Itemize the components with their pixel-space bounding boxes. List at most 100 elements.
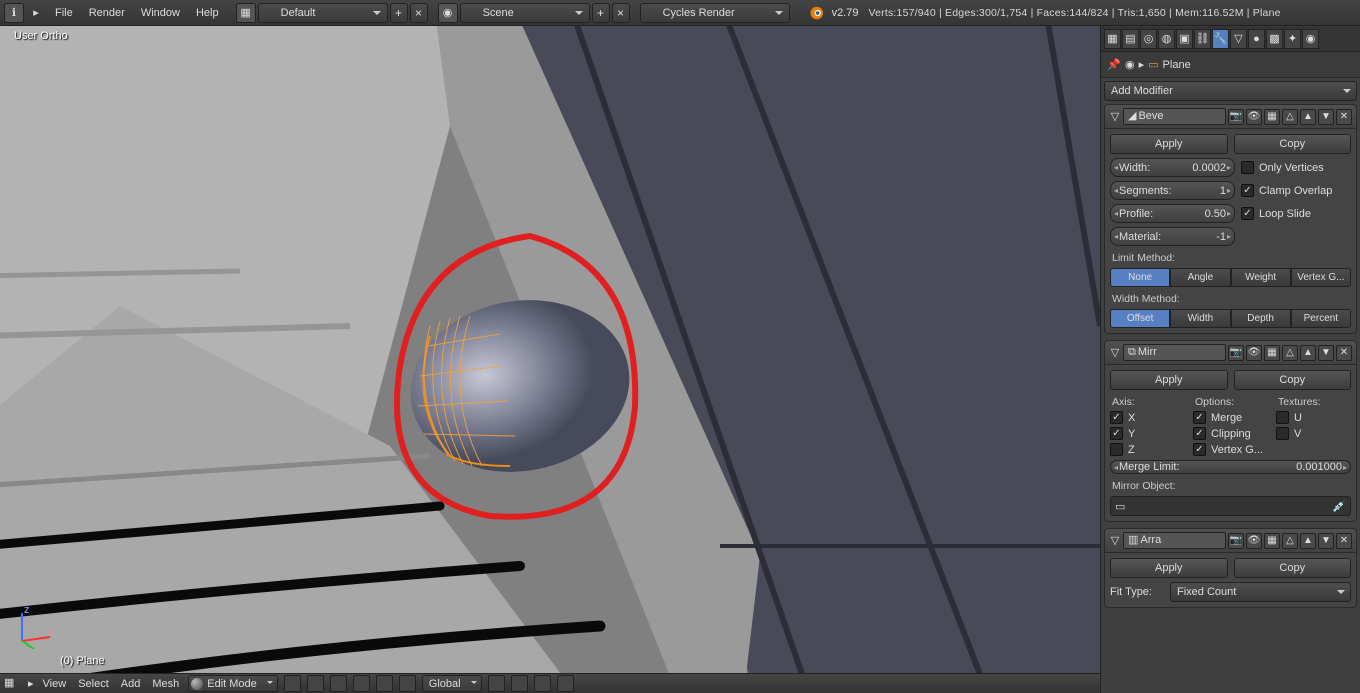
fit-type-dropdown[interactable]: Fixed Count: [1170, 582, 1351, 602]
move-up-icon[interactable]: ▲: [1300, 109, 1316, 125]
editor-type-icon[interactable]: ▦: [4, 676, 22, 692]
menu-help[interactable]: Help: [189, 2, 226, 24]
editmode-visibility-icon[interactable]: ▦: [1264, 109, 1280, 125]
tab-modifiers[interactable]: 🔧: [1212, 29, 1229, 49]
menu-view[interactable]: View: [40, 678, 70, 690]
mirror-object-field[interactable]: ▭💉: [1110, 496, 1351, 516]
limit-angle[interactable]: Angle: [1170, 268, 1230, 287]
select-edge-icon[interactable]: [353, 675, 370, 692]
viewport-visibility-icon[interactable]: 👁: [1246, 345, 1262, 361]
menu-add[interactable]: Add: [118, 678, 144, 690]
manipulator-icon[interactable]: [488, 675, 505, 692]
width-percent[interactable]: Percent: [1291, 309, 1351, 328]
close-icon[interactable]: ✕: [1336, 109, 1352, 125]
tab-world[interactable]: ◍: [1158, 29, 1175, 49]
snap-icon[interactable]: [511, 675, 528, 692]
limit-none[interactable]: None: [1110, 268, 1170, 287]
mode-dropdown[interactable]: Edit Mode: [188, 675, 278, 692]
editmode-visibility-icon[interactable]: ▦: [1264, 533, 1280, 549]
cage-icon[interactable]: △: [1282, 533, 1298, 549]
menu-select[interactable]: Select: [75, 678, 112, 690]
chevron-right-icon[interactable]: ▸: [26, 6, 46, 19]
3d-viewport[interactable]: User Ortho (0) Plane z x: [0, 26, 1100, 673]
texture-v-checkbox[interactable]: V: [1276, 427, 1351, 440]
segments-field[interactable]: Segments:1: [1110, 181, 1235, 200]
move-down-icon[interactable]: ▼: [1318, 345, 1334, 361]
profile-field[interactable]: Profile:0.50: [1110, 204, 1235, 223]
layers-icon[interactable]: [557, 675, 574, 692]
layout-add-button[interactable]: +: [390, 3, 408, 23]
width-offset[interactable]: Offset: [1110, 309, 1170, 328]
collapse-icon[interactable]: ▽: [1109, 110, 1121, 123]
orientation-dropdown[interactable]: Global: [422, 675, 482, 692]
tab-constraints[interactable]: ⛓: [1194, 29, 1211, 49]
only-vertices-checkbox[interactable]: Only Vertices: [1241, 161, 1351, 174]
close-icon[interactable]: ✕: [1336, 345, 1352, 361]
pivot-icon[interactable]: [307, 675, 324, 692]
width-field[interactable]: Width:0.0002: [1110, 158, 1235, 177]
scene-add-button[interactable]: +: [592, 3, 610, 23]
viewport-visibility-icon[interactable]: 👁: [1246, 533, 1262, 549]
select-face-icon[interactable]: [376, 675, 393, 692]
render-visibility-icon[interactable]: 📷: [1228, 533, 1244, 549]
select-vertex-icon[interactable]: [330, 675, 347, 692]
clipping-checkbox[interactable]: Clipping: [1193, 427, 1268, 440]
collapse-icon[interactable]: ▽: [1109, 346, 1121, 359]
tab-physics[interactable]: ◉: [1302, 29, 1319, 49]
modifier-name-field[interactable]: ⧉Mirr: [1123, 344, 1226, 361]
scene-browse-icon[interactable]: ◉: [438, 3, 458, 23]
copy-button[interactable]: Copy: [1234, 558, 1352, 578]
copy-button[interactable]: Copy: [1234, 134, 1352, 154]
clamp-overlap-checkbox[interactable]: Clamp Overlap: [1241, 184, 1351, 197]
render-engine-dropdown[interactable]: Cycles Render: [640, 3, 790, 23]
scene-remove-button[interactable]: ×: [612, 3, 630, 23]
limit-weight[interactable]: Weight: [1231, 268, 1291, 287]
axis-z-checkbox[interactable]: Z: [1110, 443, 1185, 456]
menu-render[interactable]: Render: [82, 2, 132, 24]
limit-selection-icon[interactable]: [399, 675, 416, 692]
viewport-visibility-icon[interactable]: 👁: [1246, 109, 1262, 125]
tab-particles[interactable]: ✦: [1284, 29, 1301, 49]
chevron-right-icon[interactable]: ▸: [28, 677, 34, 690]
apply-button[interactable]: Apply: [1110, 134, 1228, 154]
menu-mesh[interactable]: Mesh: [149, 678, 182, 690]
cage-icon[interactable]: △: [1282, 109, 1298, 125]
axis-y-checkbox[interactable]: Y: [1110, 427, 1185, 440]
merge-limit-field[interactable]: Merge Limit:0.001000: [1110, 460, 1351, 474]
tab-texture[interactable]: ▩: [1266, 29, 1283, 49]
layout-browse-icon[interactable]: ▦: [236, 3, 256, 23]
tab-scene[interactable]: ◎: [1140, 29, 1157, 49]
tab-render[interactable]: ▦: [1104, 29, 1121, 49]
move-up-icon[interactable]: ▲: [1300, 345, 1316, 361]
pin-icon[interactable]: 📌: [1107, 58, 1121, 71]
tab-object[interactable]: ▣: [1176, 29, 1193, 49]
merge-checkbox[interactable]: Merge: [1193, 411, 1268, 424]
axis-x-checkbox[interactable]: X: [1110, 411, 1185, 424]
loop-slide-checkbox[interactable]: Loop Slide: [1241, 207, 1351, 220]
tab-material[interactable]: ●: [1248, 29, 1265, 49]
scene-dropdown[interactable]: Scene: [460, 3, 590, 23]
screen-layout-dropdown[interactable]: Default: [258, 3, 388, 23]
limit-vgroup[interactable]: Vertex G...: [1291, 268, 1351, 287]
copy-button[interactable]: Copy: [1234, 370, 1352, 390]
add-modifier-dropdown[interactable]: Add Modifier: [1104, 81, 1357, 101]
move-up-icon[interactable]: ▲: [1300, 533, 1316, 549]
render-visibility-icon[interactable]: 📷: [1228, 109, 1244, 125]
render-visibility-icon[interactable]: 📷: [1228, 345, 1244, 361]
menu-window[interactable]: Window: [134, 2, 187, 24]
material-field[interactable]: Material:-1: [1110, 227, 1235, 246]
cage-icon[interactable]: △: [1282, 345, 1298, 361]
apply-button[interactable]: Apply: [1110, 370, 1228, 390]
menu-file[interactable]: File: [48, 2, 80, 24]
width-width[interactable]: Width: [1170, 309, 1230, 328]
proportional-icon[interactable]: [534, 675, 551, 692]
close-icon[interactable]: ✕: [1336, 533, 1352, 549]
eyedropper-icon[interactable]: 💉: [1332, 500, 1346, 513]
editmode-visibility-icon[interactable]: ▦: [1264, 345, 1280, 361]
width-depth[interactable]: Depth: [1231, 309, 1291, 328]
shading-icon[interactable]: [284, 675, 301, 692]
tab-render-layers[interactable]: ▤: [1122, 29, 1139, 49]
breadcrumb-object[interactable]: Plane: [1163, 59, 1191, 71]
tab-data[interactable]: ▽: [1230, 29, 1247, 49]
modifier-name-field[interactable]: ▥Arra: [1123, 532, 1226, 549]
